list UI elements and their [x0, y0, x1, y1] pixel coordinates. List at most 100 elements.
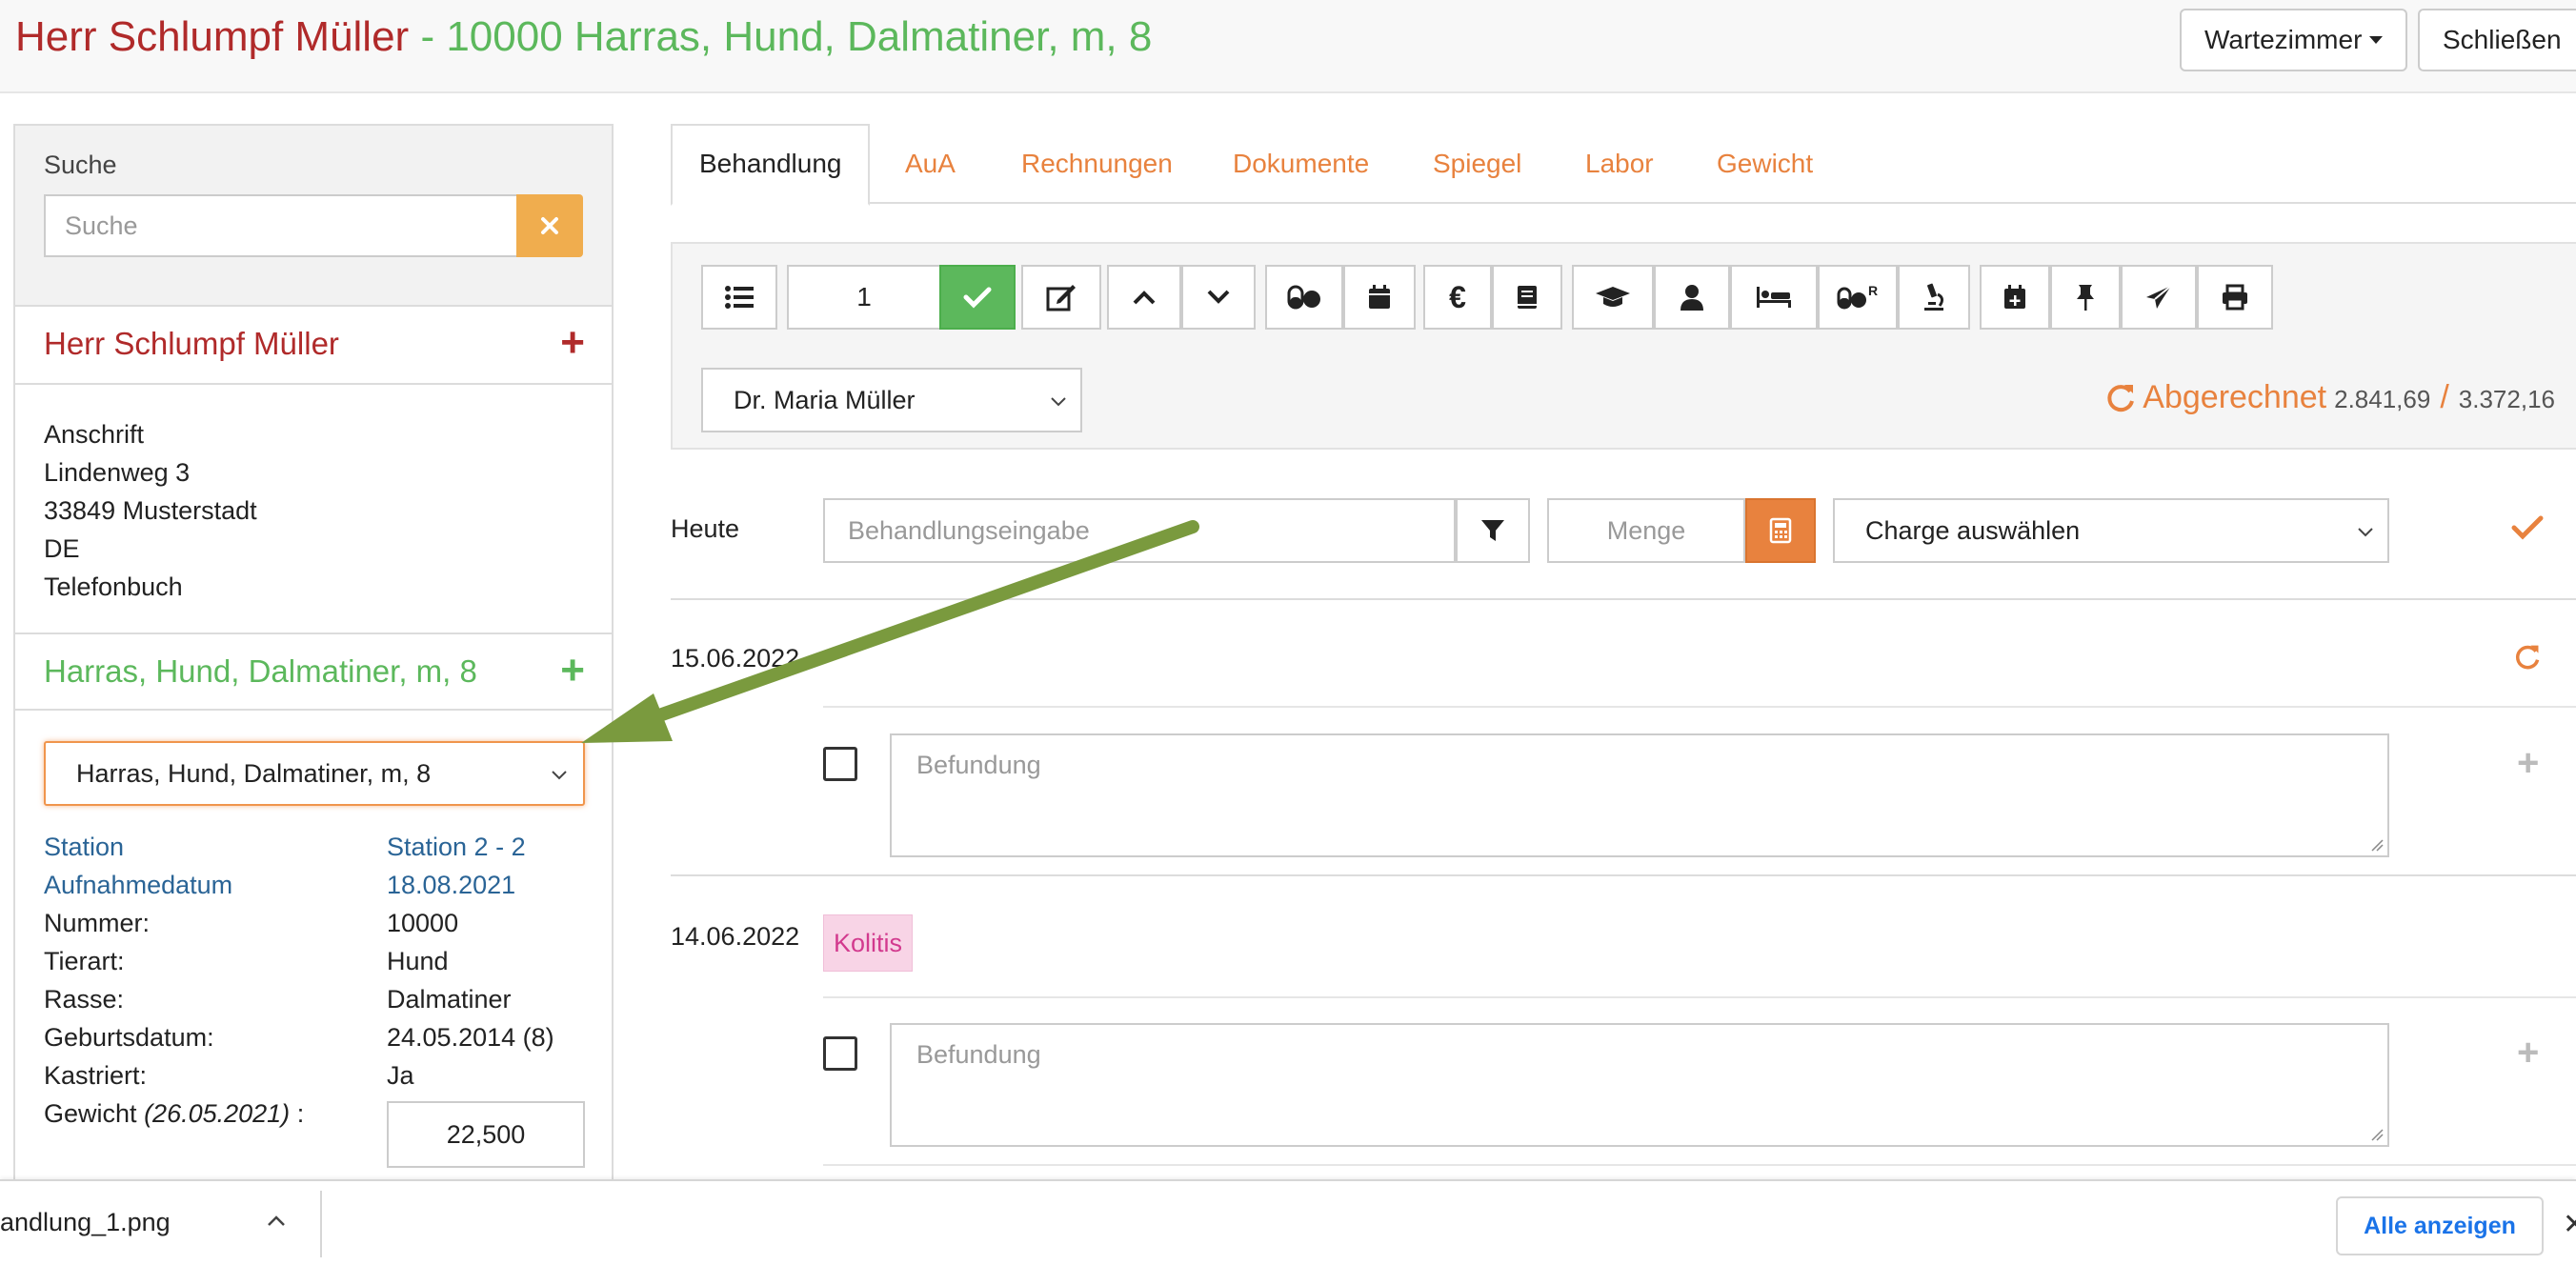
animal-name[interactable]: Harras, Hund, Dalmatiner, m, 8	[44, 653, 477, 690]
pin-button[interactable]	[2050, 265, 2121, 330]
microscope-icon	[1924, 283, 1944, 311]
inpatient-button[interactable]	[1730, 265, 1818, 330]
close-icon	[541, 217, 558, 234]
print-icon	[2223, 284, 2247, 311]
filter-icon	[1481, 520, 1504, 541]
owner-name-title: Herr Schlumpf Müller	[15, 13, 410, 60]
detail-row-admission[interactable]: Aufnahmedatum 18.08.2021	[44, 871, 596, 909]
list-button[interactable]	[701, 265, 777, 330]
medication-button[interactable]	[1265, 265, 1343, 330]
divider	[823, 706, 2576, 708]
weight-input[interactable]: 22,500	[387, 1101, 585, 1168]
detail-label: Nummer:	[44, 909, 151, 937]
chevron-down-icon	[1207, 290, 1230, 304]
training-button[interactable]	[1572, 265, 1654, 330]
tab-behandlung[interactable]: Behandlung	[671, 124, 871, 206]
prescription-button[interactable]: R	[1818, 265, 1898, 330]
divider	[823, 996, 2576, 998]
waiting-room-label: Wartezimmer	[2204, 25, 2363, 54]
findings-textarea[interactable]: Befundung	[890, 733, 2389, 857]
calendar-button[interactable]	[1343, 265, 1416, 330]
send-button[interactable]	[2121, 265, 2197, 330]
close-button[interactable]: Schließen	[2418, 9, 2576, 71]
chevron-down-icon	[2358, 528, 2373, 537]
detail-label: Rasse:	[44, 985, 125, 1014]
tab-labor[interactable]: Labor	[1585, 124, 1654, 204]
show-all-downloads-button[interactable]: Alle anzeigen	[2336, 1196, 2544, 1255]
calculator-button[interactable]	[1745, 498, 1816, 563]
add-animal-plus-icon[interactable]: +	[560, 650, 585, 692]
findings-checkbox[interactable]	[823, 747, 857, 781]
address-street: Lindenweg 3	[44, 458, 191, 487]
check-icon	[963, 287, 992, 309]
add-findings-plus-icon[interactable]: +	[2517, 1034, 2539, 1072]
resize-grip-icon[interactable]	[2370, 1128, 2384, 1141]
owner-name[interactable]: Herr Schlumpf Müller	[44, 326, 339, 362]
book-icon	[1518, 286, 1537, 309]
confirm-entry-check-icon[interactable]	[2511, 514, 2544, 541]
detail-value: 10000	[387, 909, 459, 937]
billing-status[interactable]: Abgerechnet 2.841,69 / 3.372,16	[2104, 379, 2555, 416]
user-icon	[1680, 285, 1703, 311]
add-findings-plus-icon[interactable]: +	[2517, 744, 2539, 782]
detail-row-species: Tierart: Hund	[44, 947, 596, 985]
tab-gewicht[interactable]: Gewicht	[1717, 124, 1813, 204]
detail-value: 24.05.2014 (8)	[387, 1023, 554, 1052]
detail-row-station[interactable]: Station Station 2 - 2	[44, 833, 596, 871]
weight-suffix: :	[290, 1099, 305, 1128]
download-filename[interactable]: andlung_1.png	[0, 1208, 171, 1237]
calendar-icon	[1369, 285, 1390, 309]
treatment-entry-input[interactable]: Behandlungseingabe	[823, 498, 1456, 563]
chevron-up-icon[interactable]	[265, 1210, 288, 1233]
add-appointment-button[interactable]	[1980, 265, 2050, 330]
detail-row-number: Nummer: 10000	[44, 909, 596, 947]
tab-aua[interactable]: AuA	[905, 124, 956, 204]
filter-button[interactable]	[1456, 498, 1530, 563]
bed-icon	[1757, 287, 1791, 308]
tab-spiegel[interactable]: Spiegel	[1433, 124, 1521, 204]
resize-grip-icon[interactable]	[2370, 838, 2384, 852]
print-button[interactable]	[2197, 265, 2273, 330]
record-date: 14.06.2022	[671, 922, 800, 951]
detail-label: Tierart:	[44, 947, 125, 975]
search-panel: Suche Suche	[15, 126, 612, 307]
batch-select-value: Charge auswählen	[1865, 515, 2081, 545]
batch-select[interactable]: Charge auswählen	[1833, 498, 2389, 563]
edit-icon	[1046, 285, 1076, 311]
findings-placeholder: Befundung	[916, 1040, 1041, 1069]
phonebook-link[interactable]: Telefonbuch	[44, 568, 257, 606]
weight-date: (26.05.2021)	[144, 1099, 291, 1128]
close-download-bar-icon[interactable]: ✕	[2563, 1208, 2576, 1241]
edit-button[interactable]	[1021, 265, 1101, 330]
veterinarian-select[interactable]: Dr. Maria Müller	[701, 368, 1082, 432]
count-input[interactable]: 1	[787, 265, 939, 330]
diagnosis-tag[interactable]: Kolitis	[823, 914, 914, 972]
move-up-button[interactable]	[1107, 265, 1181, 330]
calculator-icon	[1769, 517, 1792, 544]
invoice-button[interactable]: €	[1423, 265, 1492, 330]
tab-bar: Behandlung AuA Rechnungen Dokumente Spie…	[671, 124, 2576, 206]
findings-textarea[interactable]: Befundung	[890, 1023, 2389, 1147]
findings-checkbox[interactable]	[823, 1036, 857, 1071]
tab-rechnungen[interactable]: Rechnungen	[1021, 124, 1173, 204]
clear-search-button[interactable]	[516, 194, 583, 257]
chevron-down-icon	[1051, 397, 1066, 407]
search-input[interactable]: Suche	[44, 194, 532, 257]
lab-button[interactable]	[1898, 265, 1970, 330]
billing-separator: /	[2440, 379, 2449, 415]
notes-button[interactable]	[1492, 265, 1562, 330]
reload-icon[interactable]	[2513, 643, 2542, 672]
confirm-count-button[interactable]	[939, 265, 1016, 330]
animal-section: Harras, Hund, Dalmatiner, m, 8 +	[15, 632, 612, 711]
animal-select[interactable]: Harras, Hund, Dalmatiner, m, 8	[44, 741, 585, 806]
quantity-input[interactable]: Menge	[1547, 498, 1745, 563]
user-button[interactable]	[1654, 265, 1730, 330]
findings-placeholder: Befundung	[916, 751, 1041, 779]
tab-dokumente[interactable]: Dokumente	[1233, 124, 1369, 204]
move-down-button[interactable]	[1181, 265, 1256, 330]
waiting-room-button[interactable]: Wartezimmer	[2180, 9, 2408, 71]
detail-value: 18.08.2021	[387, 871, 516, 899]
add-owner-plus-icon[interactable]: +	[560, 322, 585, 364]
record-date: 15.06.2022	[671, 644, 800, 673]
pills-icon	[1287, 285, 1320, 310]
